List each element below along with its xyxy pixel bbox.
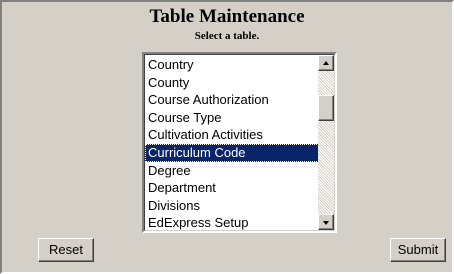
list-item[interactable]: Divisions xyxy=(145,197,321,215)
listbox-options: Country County Course Authorization Cour… xyxy=(145,56,321,231)
list-item[interactable]: Degree xyxy=(145,162,321,180)
list-item-selected[interactable]: Curriculum Code xyxy=(145,143,321,162)
submit-button[interactable]: Submit xyxy=(390,238,446,262)
scrollbar-thumb[interactable] xyxy=(318,95,334,121)
reset-button[interactable]: Reset xyxy=(38,238,94,262)
scroll-down-button[interactable] xyxy=(318,214,334,230)
vertical-scrollbar[interactable] xyxy=(318,55,334,230)
list-item[interactable]: Cultivation Activities xyxy=(145,126,321,144)
list-item[interactable]: EdExpress Setup xyxy=(145,214,321,231)
listbox-border: Country County Course Authorization Cour… xyxy=(144,54,335,231)
form-panel: Table Maintenance Select a table. Countr… xyxy=(0,0,454,274)
list-item[interactable]: County xyxy=(145,74,321,92)
arrow-up-icon xyxy=(323,61,329,65)
page-title: Table Maintenance xyxy=(149,6,305,27)
table-listbox[interactable]: Country County Course Authorization Cour… xyxy=(142,52,337,233)
list-item[interactable]: Country xyxy=(145,56,321,74)
list-item[interactable]: Department xyxy=(145,179,321,197)
page-subtitle: Select a table. xyxy=(194,30,260,42)
list-item[interactable]: Course Type xyxy=(145,109,321,127)
scroll-up-button[interactable] xyxy=(318,55,334,71)
list-item[interactable]: Course Authorization xyxy=(145,91,321,109)
arrow-down-icon xyxy=(323,221,329,225)
